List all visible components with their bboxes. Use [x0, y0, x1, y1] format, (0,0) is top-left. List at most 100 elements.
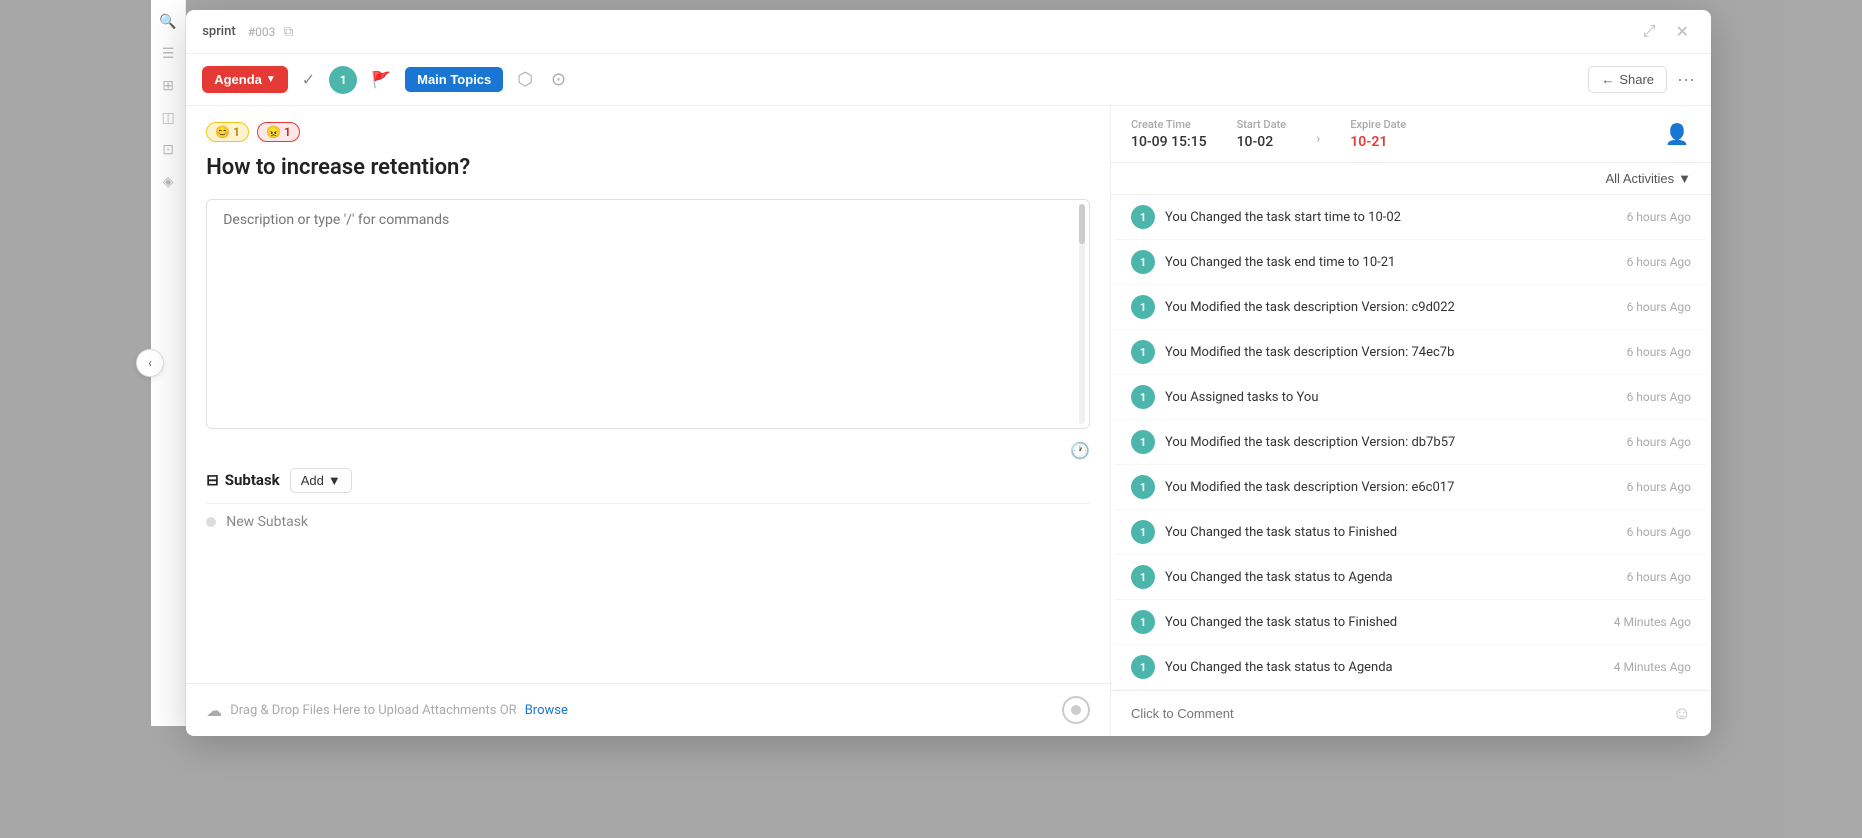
clock-icon-row: 🕐 — [206, 441, 1090, 460]
share-button[interactable]: ← Share — [1588, 66, 1667, 93]
expand-button[interactable]: ⤢ — [1637, 19, 1662, 45]
activity-avatar: 1 — [1131, 250, 1155, 274]
activity-text: You Changed the task end time to 10-21 — [1165, 255, 1617, 270]
activity-text: You Modified the task description Versio… — [1165, 480, 1617, 495]
more-button[interactable]: ··· — [1677, 69, 1695, 90]
main-topics-button[interactable]: Main Topics — [405, 67, 503, 92]
subtask-icon: ⊟ — [206, 471, 219, 489]
share-arrow-icon: ← — [1601, 72, 1614, 87]
copy-icon[interactable]: ⧉ — [283, 24, 293, 40]
activity-item: 1 You Changed the task start time to 10-0… — [1115, 195, 1707, 240]
activity-text: You Changed the task start time to 10-02 — [1165, 210, 1617, 225]
title-bar: sprint #003 ⧉ ⤢ ✕ — [186, 10, 1711, 54]
side-nav-search[interactable]: 🔍 — [154, 8, 182, 36]
side-nav-item-3[interactable]: ◫ — [154, 104, 182, 132]
all-activities-button[interactable]: All Activities ▼ — [1605, 171, 1691, 186]
activity-avatar: 1 — [1131, 385, 1155, 409]
upload-text: Drag & Drop Files Here to Upload Attachm… — [230, 703, 516, 718]
activity-time: 6 hours Ago — [1627, 300, 1691, 314]
badge-red: 😠 1 — [257, 122, 300, 142]
side-nav-item-4[interactable]: ⊡ — [154, 136, 182, 164]
badge-red-icon: 😠 — [266, 125, 281, 139]
browse-link[interactable]: Browse — [525, 703, 568, 718]
side-nav-item-5[interactable]: ◈ — [154, 168, 182, 196]
expire-date-label: Expire Date — [1350, 118, 1406, 131]
activity-time: 6 hours Ago — [1627, 255, 1691, 269]
activities-chevron: ▼ — [1678, 171, 1691, 186]
activity-time: 4 Minutes Ago — [1614, 660, 1691, 674]
activity-text: You Changed the task status to Agenda — [1165, 570, 1617, 585]
create-time-label: Create Time — [1131, 118, 1207, 131]
close-button[interactable]: ✕ — [1670, 18, 1695, 46]
agenda-chevron: ▼ — [266, 74, 276, 85]
activity-time: 6 hours Ago — [1627, 210, 1691, 224]
right-footer: ☺ — [1111, 690, 1711, 736]
create-time-meta: Create Time 10-09 15:15 — [1131, 118, 1207, 150]
activity-header: All Activities ▼ — [1111, 163, 1711, 195]
badge-red-count: 1 — [284, 125, 291, 139]
flag-icon[interactable]: 🚩 — [367, 66, 395, 93]
activity-avatar: 1 — [1131, 295, 1155, 319]
activity-time: 6 hours Ago — [1627, 390, 1691, 404]
activity-time: 6 hours Ago — [1627, 345, 1691, 359]
activity-time: 6 hours Ago — [1627, 480, 1691, 494]
arrow-icon: › — [1316, 131, 1320, 147]
assign-user-button[interactable]: 👤 — [1663, 120, 1691, 148]
create-time-value: 10-09 15:15 — [1131, 134, 1207, 150]
start-date-label: Start Date — [1237, 118, 1286, 131]
activity-text: You Modified the task description Versio… — [1165, 300, 1617, 315]
record-button[interactable] — [1062, 696, 1090, 724]
clock-icon[interactable]: 🕐 — [1070, 441, 1090, 460]
record-inner — [1071, 705, 1081, 715]
expire-date-meta: Expire Date 10-21 — [1350, 118, 1406, 150]
start-date-value: 10-02 — [1237, 134, 1286, 150]
activity-item: 1You Modified the task description Versi… — [1115, 420, 1707, 465]
description-input[interactable] — [223, 212, 1073, 412]
task-title: How to increase retention? — [206, 154, 1090, 183]
add-subtask-button[interactable]: Add ▼ — [290, 468, 352, 493]
subtask-section: ⊟ Subtask Add ▼ — [206, 468, 1090, 493]
share-label: Share — [1619, 72, 1654, 87]
activity-avatar: 1 — [1131, 205, 1155, 229]
activity-text: You Changed the task status to Finished — [1165, 525, 1617, 540]
subtask-dot — [206, 517, 216, 527]
back-arrow[interactable]: ‹ — [136, 349, 164, 377]
subtask-name[interactable]: New Subtask — [226, 514, 308, 530]
activity-item: 1You Modified the task description Versi… — [1115, 330, 1707, 375]
activity-item: 1 You Changed the task end time to 10-21 6… — [1115, 240, 1707, 285]
emoji-button[interactable]: ☺ — [1673, 703, 1691, 724]
activity-avatar: 1 — [1131, 475, 1155, 499]
activity-item: 1You Changed the task status to Finished… — [1115, 600, 1707, 645]
hexagon-icon[interactable]: ⬡ — [513, 65, 537, 94]
activity-item: 1You Changed the task status to Agenda4 … — [1115, 645, 1707, 690]
sprint-id: #003 — [248, 25, 276, 39]
user-avatar[interactable]: 1 — [329, 66, 357, 94]
description-area[interactable] — [206, 199, 1090, 429]
circle-check-icon[interactable]: ⊙ — [547, 65, 570, 94]
activity-item: 1You Changed the task status to Finished… — [1115, 510, 1707, 555]
activity-text: You Modified the task description Versio… — [1165, 345, 1617, 360]
right-panel: Create Time 10-09 15:15 Start Date 10-02… — [1111, 106, 1711, 736]
activity-text: You Assigned tasks to You — [1165, 390, 1617, 405]
add-chevron: ▼ — [328, 473, 341, 488]
activity-avatar: 1 — [1131, 430, 1155, 454]
agenda-button[interactable]: Agenda ▼ — [202, 66, 288, 93]
badge-yellow-count: 1 — [233, 125, 240, 139]
comment-input[interactable] — [1131, 706, 1663, 721]
check-icon[interactable]: ✓ — [298, 66, 319, 93]
sprint-label: sprint — [202, 24, 235, 39]
subtask-item: New Subtask — [206, 503, 1090, 540]
badge-row: 😊 1 😠 1 — [206, 122, 1090, 142]
left-scroll: 😊 1 😠 1 How to increase retention? — [186, 106, 1110, 683]
activity-avatar: 1 — [1131, 565, 1155, 589]
activity-text: You Changed the task status to Finished — [1165, 615, 1604, 630]
activity-item: 1 You Modified the task description Versi… — [1115, 285, 1707, 330]
side-nav-item-2[interactable]: ⊞ — [154, 72, 182, 100]
description-scrollbar[interactable] — [1079, 204, 1085, 424]
left-panel: 😊 1 😠 1 How to increase retention? — [186, 106, 1111, 736]
description-scrollbar-thumb — [1079, 204, 1085, 244]
subtask-label: ⊟ Subtask — [206, 471, 279, 489]
agenda-label: Agenda — [214, 72, 262, 87]
activity-avatar: 1 — [1131, 655, 1155, 679]
side-nav-item-1[interactable]: ☰ — [154, 40, 182, 68]
